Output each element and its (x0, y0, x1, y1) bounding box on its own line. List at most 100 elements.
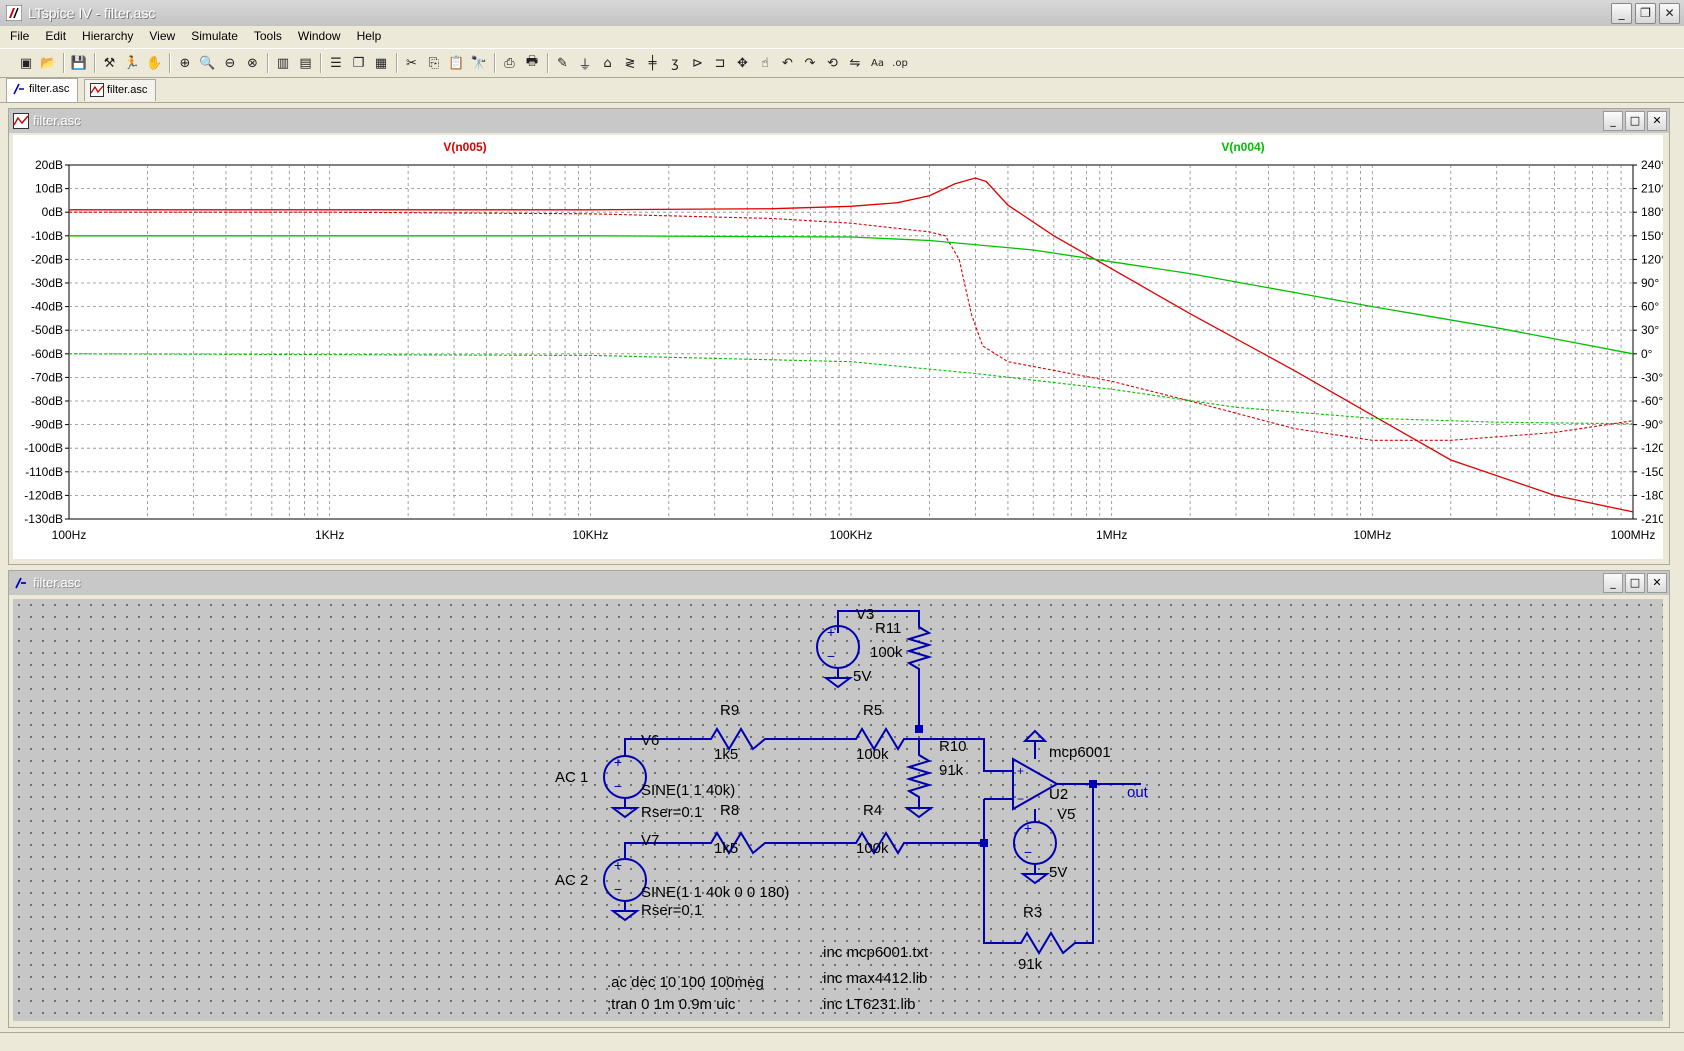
inductor-icon[interactable]: ʒ (665, 53, 685, 73)
zoom-out-icon[interactable]: ⊖ (220, 53, 240, 73)
label-r5-value[interactable]: 100k (856, 746, 889, 763)
label-v7-rser[interactable]: Rser=0.1 (641, 902, 702, 919)
plot-minimize-button[interactable]: _ (1603, 111, 1623, 131)
diode-icon[interactable]: ⊳ (688, 53, 708, 73)
copy-icon[interactable]: ⎘ (424, 53, 444, 73)
trace-magnitude-1[interactable] (69, 235, 1634, 355)
tile-horizontal-icon[interactable]: ☰ (326, 53, 346, 73)
label-tran-comment[interactable]: ;tran 0 1m 0.9m uic (607, 996, 736, 1013)
label-inc-lt6231[interactable]: .inc LT6231.lib (819, 996, 915, 1013)
move-icon[interactable]: ✥ (733, 53, 753, 73)
find-icon[interactable]: 🔭 (469, 53, 489, 73)
component-icon[interactable]: ⊐ (710, 53, 730, 73)
label-ac2[interactable]: AC 2 (555, 872, 588, 889)
waveform-icon (90, 83, 104, 97)
new-schematic-icon[interactable]: ▣ (16, 53, 36, 73)
label-v5-value[interactable]: 5V (1049, 864, 1067, 881)
drag-icon[interactable]: ☝ (755, 53, 775, 73)
text-icon[interactable]: Aa (868, 53, 888, 73)
schematic-close-button[interactable]: ✕ (1647, 573, 1667, 593)
ground-icon[interactable]: ⏚ (575, 53, 595, 73)
label-u2[interactable]: U2 (1049, 786, 1068, 803)
menu-hierarchy[interactable]: Hierarchy (72, 29, 139, 43)
bode-plot[interactable]: 20dB 10dB 0dB -10dB -20dB -30dB -40dB -50dB -60d… (13, 135, 1670, 559)
minimize-button[interactable]: _ (1611, 3, 1632, 24)
print-icon[interactable]: 🖶 (522, 53, 542, 73)
label-v5[interactable]: V5 (1057, 806, 1075, 823)
resistor-icon[interactable]: ≷ (620, 53, 640, 73)
label-ac1[interactable]: AC 1 (555, 769, 588, 786)
menu-file[interactable]: File (0, 29, 35, 43)
y-tick-right: -120° (1641, 441, 1663, 455)
spice-directive-icon[interactable]: .op (890, 53, 910, 73)
open-icon[interactable]: 📂 (39, 53, 59, 73)
menu-help[interactable]: Help (347, 29, 388, 43)
label-r3-value[interactable]: 91k (1018, 956, 1043, 973)
control-panel-icon[interactable]: ⚒ (100, 53, 120, 73)
menu-simulate[interactable]: Simulate (181, 29, 244, 43)
restore-button[interactable]: ❐ (1635, 3, 1656, 24)
label-r9[interactable]: R9 (720, 702, 739, 719)
capacitor-icon[interactable]: ╪ (643, 53, 663, 73)
plot-pane[interactable]: 20dB 10dB 0dB -10dB -20dB -30dB -40dB -50dB -60d… (13, 135, 1670, 559)
rotate-icon[interactable]: ⟲ (823, 53, 843, 73)
save-icon[interactable]: 💾 (69, 53, 89, 73)
close-button[interactable]: ✕ (1659, 3, 1680, 24)
zoom-area-icon[interactable]: 🔍 (198, 53, 218, 73)
cascade-icon[interactable]: ❐ (349, 53, 369, 73)
menu-view[interactable]: View (139, 29, 181, 43)
menu-tools[interactable]: Tools (244, 29, 288, 43)
label-v6-sine[interactable]: SINE(1 1 40k) (641, 782, 735, 799)
zoom-fit-icon[interactable]: ⊗ (243, 53, 263, 73)
schematic-canvas[interactable]: + − + − + − + − + − V3 R11 100k 5V R9 1k… (13, 599, 1663, 1021)
menu-edit[interactable]: Edit (35, 29, 72, 43)
label-r4-value[interactable]: 100k (856, 840, 889, 857)
schematic-drawing[interactable]: + − + − + − + − + − V3 R11 100k 5V R9 1k… (13, 599, 1663, 1021)
label-r8[interactable]: R8 (720, 802, 739, 819)
tab-waveform[interactable]: filter.asc (84, 79, 157, 101)
mirror-icon[interactable]: ⇋ (845, 53, 865, 73)
label-inc-mcp6001[interactable]: .inc mcp6001.txt (819, 944, 929, 961)
paste-icon[interactable]: 📋 (447, 53, 467, 73)
label-v6[interactable]: V6 (641, 732, 659, 749)
print-setup-icon[interactable]: ⎙ (500, 53, 520, 73)
redo-icon[interactable]: ↷ (800, 53, 820, 73)
label-ac-directive[interactable]: .ac dec 10 100 100meg (607, 974, 764, 991)
label-net-icon[interactable]: ⌂ (598, 53, 618, 73)
label-r4[interactable]: R4 (863, 802, 882, 819)
label-v6-rser[interactable]: Rser=0.1 (641, 804, 702, 821)
plot-maximize-button[interactable]: □ (1625, 111, 1645, 131)
zoom-in-icon[interactable]: ⊕ (175, 53, 195, 73)
delete-trace-icon[interactable]: ▤ (296, 53, 316, 73)
undo-icon[interactable]: ↶ (778, 53, 798, 73)
label-v7-sine[interactable]: SINE(1 1 40k 0 0 180) (641, 884, 789, 901)
label-v7[interactable]: V7 (641, 832, 659, 849)
schematic-maximize-button[interactable]: □ (1625, 573, 1645, 593)
plot-close-button[interactable]: ✕ (1647, 111, 1667, 131)
svg-text:+: + (827, 624, 835, 640)
schematic-minimize-button[interactable]: _ (1603, 573, 1623, 593)
cut-icon[interactable]: ✂ (402, 53, 422, 73)
tile-vertical-icon[interactable]: ▦ (371, 53, 391, 73)
halt-icon[interactable]: ✋ (145, 53, 165, 73)
label-r9-value[interactable]: 1k5 (714, 746, 738, 763)
draw-wire-icon[interactable]: ✎ (553, 53, 573, 73)
menu-window[interactable]: Window (288, 29, 347, 43)
legend-v-n005[interactable]: V(n005) (443, 140, 486, 154)
label-r3[interactable]: R3 (1023, 904, 1042, 921)
label-v3[interactable]: V3 (856, 606, 874, 623)
label-r11-value[interactable]: 100k (870, 644, 903, 661)
run-icon[interactable]: 🏃 (122, 53, 142, 73)
label-r5[interactable]: R5 (863, 702, 882, 719)
label-out[interactable]: out (1127, 784, 1149, 801)
tab-schematic[interactable]: filter.asc (6, 78, 79, 102)
label-r10-value[interactable]: 91k (939, 762, 964, 779)
label-r8-value[interactable]: 1k5 (714, 840, 738, 857)
label-v3-value[interactable]: 5V (853, 668, 871, 685)
legend-v-n004[interactable]: V(n004) (1221, 140, 1264, 154)
label-r10[interactable]: R10 (939, 738, 967, 755)
label-inc-max4412[interactable]: .inc max4412.lib (819, 970, 927, 987)
label-r11[interactable]: R11 (875, 620, 901, 637)
autorange-icon[interactable]: ▥ (273, 53, 293, 73)
label-mcp6001[interactable]: mcp6001 (1049, 744, 1111, 761)
